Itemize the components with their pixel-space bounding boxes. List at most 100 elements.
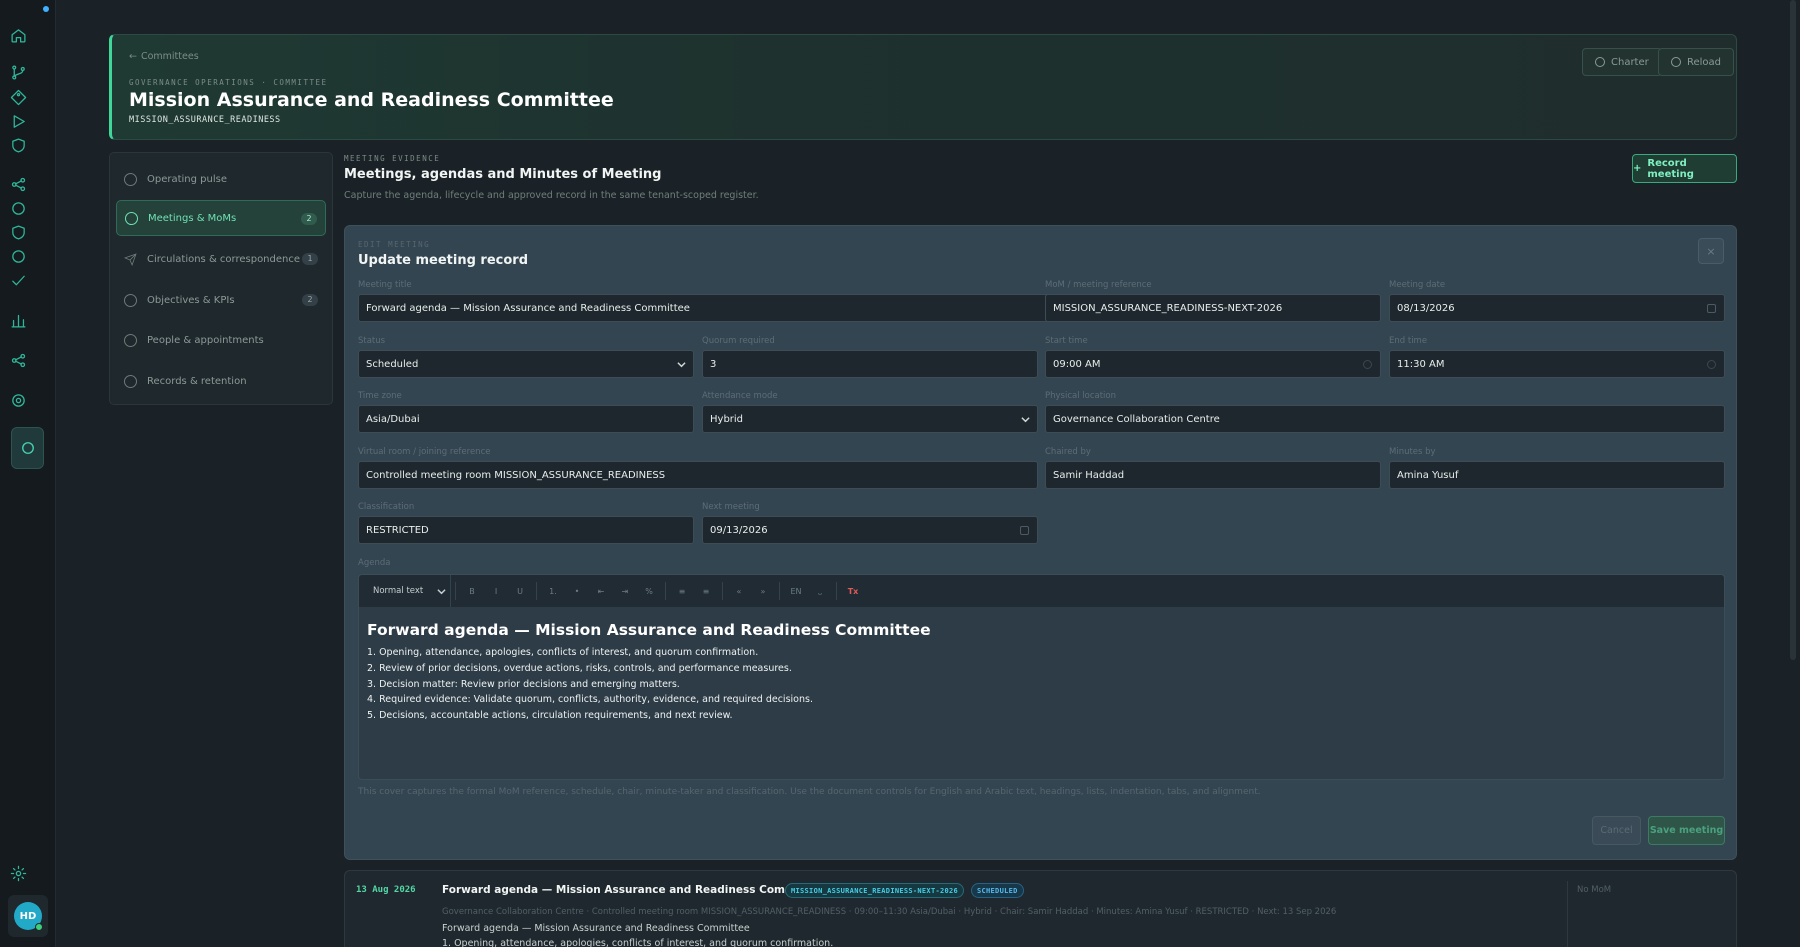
panel-title: Update meeting record xyxy=(358,253,529,268)
quorum-input[interactable]: 3 xyxy=(702,350,1038,378)
location-input[interactable]: Governance Collaboration Centre xyxy=(1045,405,1725,433)
ltr-button[interactable]: « xyxy=(727,587,751,596)
quorum-label: Quorum required xyxy=(702,336,775,346)
nav-item-meetings[interactable]: Meetings & MoMs 2 xyxy=(116,200,326,236)
minutes-by-input[interactable]: Amina Yusuf xyxy=(1389,461,1725,489)
back-arrow-icon: ← xyxy=(129,51,137,62)
charter-icon xyxy=(1595,57,1605,67)
close-button[interactable]: × xyxy=(1698,238,1724,264)
status-label: Status xyxy=(358,336,386,346)
indent-button[interactable]: ⇥ xyxy=(613,587,637,596)
clear-format-button[interactable]: Tx xyxy=(841,587,865,596)
attendance-select[interactable]: Hybrid xyxy=(702,405,1038,433)
count-badge: 1 xyxy=(302,253,318,265)
divider xyxy=(779,582,780,600)
ordered-list-button[interactable]: 1. xyxy=(541,587,565,596)
virtual-room-input[interactable]: Controlled meeting room MISSION_ASSURANC… xyxy=(358,461,1038,489)
section-subtitle: Capture the agenda, lifecycle and approv… xyxy=(344,190,759,201)
header-eyebrow: GOVERNANCE OPERATIONS · COMMITTEE xyxy=(129,78,328,87)
tab-button[interactable]: % xyxy=(637,587,661,596)
play-icon[interactable] xyxy=(8,111,28,131)
divider xyxy=(536,582,537,600)
cancel-button[interactable]: Cancel xyxy=(1592,816,1641,845)
shield-icon[interactable] xyxy=(8,135,28,155)
virtual-label: Virtual room / joining reference xyxy=(358,447,491,457)
meeting-title-label: Meeting title xyxy=(358,280,412,290)
reload-button[interactable]: Reload xyxy=(1658,48,1735,76)
chaired-by-input[interactable]: Samir Haddad xyxy=(1045,461,1381,489)
align-center-button[interactable]: ≡ xyxy=(694,587,718,596)
calendar-icon[interactable] xyxy=(1020,526,1029,535)
next-meeting-input[interactable]: 09/13/2026 xyxy=(702,516,1038,544)
branch-icon[interactable] xyxy=(8,62,28,82)
align-left-button[interactable]: ≡ xyxy=(670,587,694,596)
nav-item-circulations[interactable]: Circulations & correspondence 1 xyxy=(116,241,326,277)
committee-header: ← Committees GOVERNANCE OPERATIONS · COMM… xyxy=(109,34,1737,140)
reload-icon xyxy=(1671,57,1681,67)
meeting-date: 13 Aug 2026 xyxy=(356,885,416,895)
committee-code: MISSION_ASSURANCE_READINESS xyxy=(129,115,281,125)
breadcrumb[interactable]: ← Committees xyxy=(129,51,199,62)
home-icon[interactable] xyxy=(8,25,28,45)
bold-button[interactable]: B xyxy=(460,587,484,596)
meetings-icon xyxy=(125,211,138,225)
circle-icon[interactable] xyxy=(8,198,28,218)
editor-content[interactable]: Forward agenda — Mission Assurance and R… xyxy=(359,607,1724,738)
classification-label: Classification xyxy=(358,502,415,512)
agenda-heading: Forward agenda — Mission Assurance and R… xyxy=(367,621,931,639)
charter-button[interactable]: Charter xyxy=(1582,48,1662,76)
nav-item-operating-pulse[interactable]: Operating pulse xyxy=(116,161,326,197)
divider xyxy=(836,582,837,600)
time-zone-input[interactable]: Asia/Dubai xyxy=(358,405,694,433)
agenda-editor[interactable]: Normal text B I U 1. • ⇤ ⇥ % ≡ ≡ « » EN … xyxy=(358,574,1725,780)
classification-input[interactable]: RESTRICTED xyxy=(358,516,694,544)
nav-item-people[interactable]: People & appointments xyxy=(116,322,326,358)
nav-item-objectives[interactable]: Objectives & KPIs 2 xyxy=(116,282,326,318)
agenda-item: 1. Opening, attendance, apologies, confl… xyxy=(367,647,759,658)
agenda-label: Agenda xyxy=(358,558,391,568)
circle-outline-icon[interactable] xyxy=(8,246,28,266)
end-time-input[interactable]: 11:30 AM xyxy=(1389,350,1725,378)
rtl-button[interactable]: » xyxy=(751,587,775,596)
status-select[interactable]: Scheduled xyxy=(358,350,694,378)
shield-outline-icon[interactable] xyxy=(8,222,28,242)
panel-eyebrow: EDIT MEETING xyxy=(358,240,431,249)
italic-button[interactable]: I xyxy=(484,587,508,596)
agenda-item: 2. Review of prior decisions, overdue ac… xyxy=(367,662,792,674)
underline-button[interactable]: U xyxy=(508,587,532,596)
network-icon[interactable] xyxy=(8,350,28,370)
nav-item-records[interactable]: Records & retention xyxy=(116,363,326,399)
outdent-button[interactable]: ⇤ xyxy=(589,587,613,596)
status-badge: SCHEDULED xyxy=(971,883,1024,898)
agenda-item: 5. Decisions, accountable actions, circu… xyxy=(367,710,733,722)
calendar-icon[interactable] xyxy=(1707,304,1716,313)
check-icon[interactable] xyxy=(8,270,28,290)
space-button[interactable]: ⎵ xyxy=(808,586,832,596)
clock-icon[interactable] xyxy=(1363,360,1372,369)
bullet-list-button[interactable]: • xyxy=(565,587,589,596)
save-meeting-button[interactable]: Save meeting xyxy=(1648,816,1725,845)
clock-icon[interactable] xyxy=(1707,360,1716,369)
share-icon[interactable] xyxy=(8,174,28,194)
meeting-date-input[interactable]: 08/13/2026 xyxy=(1389,294,1725,322)
meeting-title-input[interactable]: Forward agenda — Mission Assurance and R… xyxy=(358,294,1050,322)
avatar[interactable]: HD xyxy=(14,902,43,931)
language-button[interactable]: EN xyxy=(784,587,808,596)
gear-icon[interactable] xyxy=(8,863,28,883)
chaired-by-label: Chaired by xyxy=(1045,447,1091,457)
meeting-date-label: Meeting date xyxy=(1389,280,1446,290)
start-time-input[interactable]: 09:00 AM xyxy=(1045,350,1381,378)
record-meeting-button[interactable]: + Record meeting xyxy=(1632,154,1737,183)
meeting-list-item[interactable]: 13 Aug 2026 Forward agenda — Mission Ass… xyxy=(344,870,1737,947)
chevron-down-icon xyxy=(1021,415,1030,423)
user-menu[interactable]: HD xyxy=(8,895,48,937)
text-style-select[interactable]: Normal text xyxy=(373,575,451,607)
page-scrollbar[interactable] xyxy=(1790,0,1796,660)
meeting-title: Forward agenda — Mission Assurance and R… xyxy=(442,884,824,896)
tag-icon[interactable] xyxy=(8,87,28,107)
page-title: Mission Assurance and Readiness Committe… xyxy=(129,89,614,111)
settings-icon[interactable] xyxy=(8,390,28,410)
bar-chart-icon[interactable] xyxy=(8,310,28,330)
mom-ref-input[interactable]: MISSION_ASSURANCE_READINESS-NEXT-2026 xyxy=(1045,294,1381,322)
committee-module-button[interactable] xyxy=(11,427,44,469)
